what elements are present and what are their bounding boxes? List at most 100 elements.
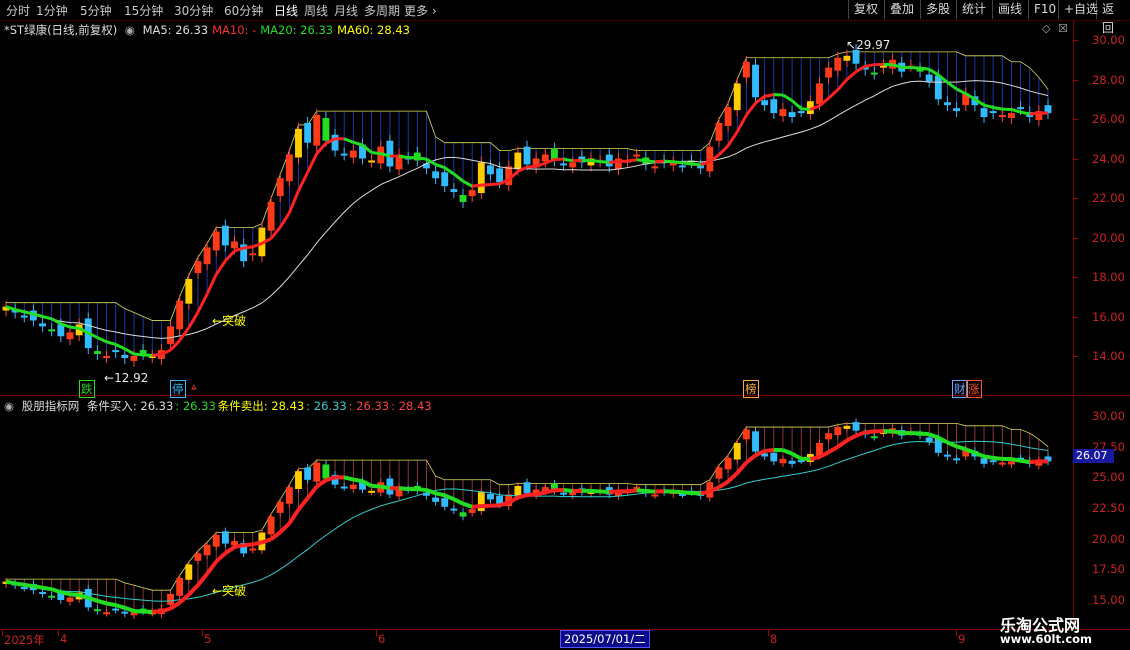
fast-ma-segment <box>133 609 144 614</box>
candle-body <box>167 593 174 605</box>
fast-ma-segment <box>1029 459 1039 464</box>
toolbar-button[interactable]: F10 <box>1028 0 1061 19</box>
period-tab[interactable]: 30分钟 <box>174 2 213 19</box>
candle-body <box>788 112 796 118</box>
fast-ma-segment <box>214 551 227 564</box>
period-tab[interactable]: 分时 <box>6 2 30 19</box>
fast-ma-segment <box>700 489 711 496</box>
y-tick: 14.00 <box>1092 349 1125 363</box>
candle-body <box>93 609 101 612</box>
fast-ma-segment <box>96 336 108 344</box>
x-tick-mark <box>768 630 769 636</box>
period-tab[interactable]: 5分钟 <box>80 2 112 19</box>
fast-ma-segment <box>14 581 25 587</box>
candle-body <box>103 612 110 615</box>
y-tick: 30.00 <box>1092 409 1125 423</box>
event-tag-rise[interactable]: 涨 <box>966 380 982 398</box>
candle-body <box>349 150 357 158</box>
fast-ma-segment <box>928 432 940 440</box>
candle-body <box>221 531 229 544</box>
fast-ma-segment <box>287 190 300 214</box>
candle-body <box>313 462 321 482</box>
fast-ma-segment <box>609 489 619 495</box>
candle-body <box>176 300 184 330</box>
candle-body <box>48 595 56 598</box>
candle-body <box>742 429 750 440</box>
fast-ma-segment <box>452 497 464 506</box>
toolbar-button[interactable]: 复权 <box>848 0 883 19</box>
candle-body <box>276 501 284 513</box>
candle-body <box>468 509 476 513</box>
y-tick-mark <box>1073 356 1078 357</box>
fast-ma-segment <box>673 160 683 165</box>
candle-body <box>304 467 312 480</box>
period-tab[interactable]: 周线 <box>304 2 328 19</box>
current-price-flag: 26.07 <box>1073 449 1114 463</box>
fast-ma-segment <box>343 137 354 144</box>
fast-ma-segment <box>809 454 820 462</box>
toolbar-button[interactable]: 画线 <box>992 0 1027 19</box>
fast-ma-segment <box>205 560 218 576</box>
candle-body <box>514 152 522 170</box>
candle-body <box>331 134 339 151</box>
event-tag-board[interactable]: 榜 <box>743 380 759 398</box>
fast-ma-segment <box>499 500 510 508</box>
x-tick: 8 <box>770 632 778 646</box>
candle-body <box>304 122 312 143</box>
fast-ma-segment <box>782 93 793 102</box>
event-tag-drop[interactable]: 跌 <box>79 380 95 398</box>
toolbar-button[interactable]: 统计 <box>956 0 991 19</box>
fast-ma-segment <box>791 99 803 110</box>
candle-body <box>221 225 229 246</box>
period-tab[interactable]: 60分钟 <box>224 2 263 19</box>
candle-body <box>770 452 778 462</box>
high-price-label: ↖29.97 <box>846 38 891 52</box>
y-tick-mark <box>1073 198 1078 199</box>
toolbar-button[interactable]: 叠加 <box>884 0 919 19</box>
fast-ma-segment <box>371 483 381 489</box>
fast-ma-segment <box>717 144 730 156</box>
fast-ma-segment <box>636 158 646 163</box>
fast-ma-segment <box>764 93 775 98</box>
candle-body <box>212 231 220 251</box>
fast-ma-segment <box>1020 110 1031 116</box>
candle-body <box>194 261 202 274</box>
period-tab[interactable]: 月线 <box>334 2 358 19</box>
candle-body <box>212 534 220 547</box>
fast-ma-segment <box>417 487 427 493</box>
fast-ma-segment <box>278 212 291 229</box>
candle-body <box>267 201 275 231</box>
candle-body <box>432 497 440 502</box>
fast-ma-segment <box>919 66 930 71</box>
fast-ma-segment <box>352 477 363 484</box>
period-tab[interactable]: 日线 <box>274 2 298 19</box>
candle-body <box>651 166 659 169</box>
event-tag-halt[interactable]: 停 <box>170 380 186 398</box>
candle-body <box>870 72 878 75</box>
candle-body <box>989 460 997 463</box>
candle-body <box>605 154 613 167</box>
candle-body <box>944 102 951 106</box>
kline-chart[interactable] <box>0 20 1073 630</box>
candle-body <box>459 195 467 202</box>
period-tab[interactable]: 15分钟 <box>124 2 163 19</box>
fast-ma-segment <box>106 340 117 346</box>
period-tab[interactable]: 多周期 <box>364 2 400 19</box>
fast-ma-segment <box>836 438 849 449</box>
fast-ma-segment <box>435 491 446 498</box>
period-tab[interactable]: 更多 › <box>404 2 437 19</box>
y-tick: 20.00 <box>1092 531 1125 546</box>
y-tick: 20.00 <box>1092 230 1125 245</box>
x-tick-mark <box>956 630 957 636</box>
candle-body <box>514 485 522 497</box>
fast-ma-segment <box>472 504 482 509</box>
candle-body <box>925 74 933 82</box>
fast-ma-segment <box>535 490 546 497</box>
fast-ma-segment <box>115 343 126 351</box>
fast-ma-segment <box>983 454 994 460</box>
sub-breakout-label: ←突破 <box>212 584 247 598</box>
toolbar-button[interactable]: 多股 <box>920 0 955 19</box>
period-tab[interactable]: 1分钟 <box>36 2 68 19</box>
toolbar-button[interactable]: +自选 <box>1058 0 1103 19</box>
y-tick-mark <box>1073 119 1078 120</box>
